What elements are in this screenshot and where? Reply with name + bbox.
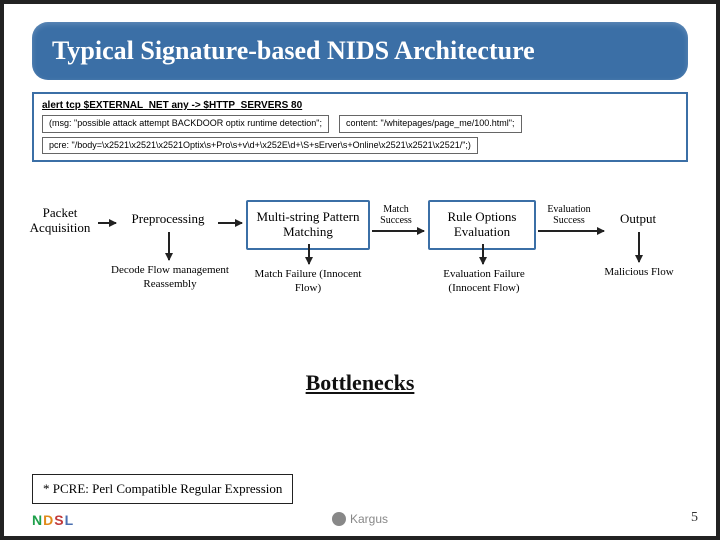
slide-title: Typical Signature-based NIDS Architectur…: [52, 36, 668, 66]
stage-packet-acquisition: Packet Acquisition: [22, 206, 98, 236]
edge-eval-success: Evaluation Success: [538, 204, 600, 226]
signature-rule-box: alert tcp $EXTERNAL_NET any -> $HTTP_SER…: [32, 92, 688, 162]
stage-rule-options-eval: Rule Options Evaluation: [428, 200, 536, 250]
arrow-1-2: [98, 222, 116, 224]
logo-circle-icon: [332, 512, 346, 526]
sub-match-failure: Match Failure (Innocent Flow): [248, 268, 368, 294]
logo-letter: L: [65, 512, 75, 528]
bottlenecks-label: Bottlenecks: [4, 370, 716, 396]
logo-ndsl: NDSL: [32, 512, 74, 528]
stage-output: Output: [608, 212, 668, 227]
rule-msg: (msg: "possible attack attempt BACKDOOR …: [42, 115, 329, 133]
rule-row-2: pcre: "/body=\x2521\x2521\x2521Optix\s+P…: [42, 137, 678, 155]
footnote-pcre: * PCRE: Perl Compatible Regular Expressi…: [32, 474, 293, 504]
edge-match-success: Match Success: [372, 204, 420, 226]
logo-letter: S: [54, 512, 64, 528]
sub-eval-failure: Evaluation Failure (Innocent Flow): [422, 268, 546, 294]
arrow-output-down: [638, 232, 640, 262]
stage-multistring-matching: Multi-string Pattern Matching: [246, 200, 370, 250]
arrow-3-4: [372, 230, 424, 232]
logo-brand-text: Kargus: [350, 512, 388, 526]
page-number: 5: [691, 510, 698, 526]
arrow-2-3: [218, 222, 242, 224]
rule-row-1: (msg: "possible attack attempt BACKDOOR …: [42, 115, 678, 133]
arrow-4-5: [538, 230, 604, 232]
rule-content: content: "/whitepages/page_me/100.html";: [339, 115, 522, 133]
stage-preprocessing: Preprocessing: [120, 212, 216, 227]
pipeline-flow: Packet Acquisition Preprocessing Multi-s…: [14, 182, 706, 362]
sub-malicious-flow: Malicious Flow: [604, 266, 674, 279]
rule-header: alert tcp $EXTERNAL_NET any -> $HTTP_SER…: [42, 100, 678, 111]
arrow-match-down: [308, 244, 310, 264]
slide: Typical Signature-based NIDS Architectur…: [0, 0, 720, 540]
sub-preprocessing: Decode Flow management Reassembly: [110, 264, 230, 290]
rule-pcre: pcre: "/body=\x2521\x2521\x2521Optix\s+P…: [42, 137, 478, 155]
arrow-eval-down: [482, 244, 484, 264]
arrow-preproc-down: [168, 232, 170, 260]
logo-letter: D: [43, 512, 54, 528]
logo-center: Kargus: [332, 512, 388, 526]
logo-letter: N: [32, 512, 43, 528]
title-bar: Typical Signature-based NIDS Architectur…: [32, 22, 688, 80]
